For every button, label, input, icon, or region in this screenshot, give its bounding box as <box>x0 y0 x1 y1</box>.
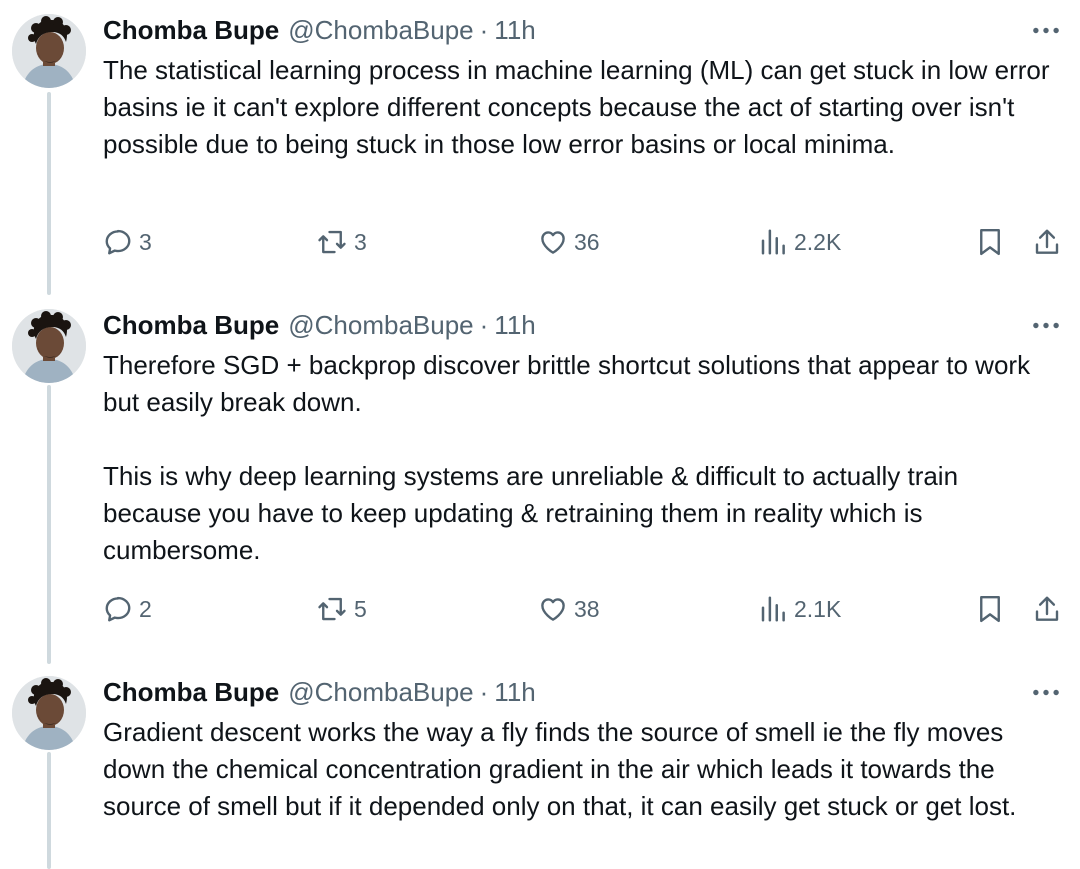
author-name[interactable]: Chomba Bupe <box>103 15 279 46</box>
avatar-image <box>12 14 86 88</box>
tweet-text: Therefore SGD + backprop discover brittl… <box>103 350 1031 565</box>
like-button[interactable]: 36 <box>538 224 600 260</box>
tweet-header: Chomba Bupe @ChombaBupe · 11h <box>103 676 536 708</box>
tweet-header: Chomba Bupe @ChombaBupe · 11h <box>103 14 536 46</box>
repost-button[interactable]: 5 <box>316 591 367 627</box>
views-button[interactable]: 2.2K <box>758 224 841 260</box>
views-button[interactable]: 2.1K <box>758 591 841 627</box>
share-button[interactable] <box>1032 591 1062 627</box>
reply-icon <box>103 594 133 624</box>
action-bar: 2 5 38 2.1K <box>103 591 1068 627</box>
repost-count: 3 <box>354 228 367 255</box>
bookmark-button[interactable] <box>975 224 1005 260</box>
reply-icon <box>103 227 133 257</box>
avatar[interactable] <box>12 676 86 750</box>
repost-icon <box>316 594 348 624</box>
tweet-header: Chomba Bupe @ChombaBupe · 11h <box>103 309 536 341</box>
reply-button[interactable]: 3 <box>103 224 152 260</box>
more-icon[interactable] <box>1030 16 1062 44</box>
tweet[interactable]: Chomba Bupe @ChombaBupe · 11h Gradient d… <box>0 662 1080 869</box>
timestamp[interactable]: 11h <box>494 310 535 341</box>
like-icon <box>538 227 568 257</box>
like-count: 38 <box>574 595 600 622</box>
separator: · <box>479 309 489 340</box>
avatar-image <box>12 676 86 750</box>
reply-button[interactable]: 2 <box>103 591 152 627</box>
view-count: 2.2K <box>794 228 842 255</box>
repost-icon <box>316 227 348 257</box>
timestamp[interactable]: 11h <box>494 15 535 46</box>
views-icon <box>758 594 788 624</box>
separator: · <box>479 14 489 45</box>
like-icon <box>538 594 568 624</box>
avatar-image <box>12 309 86 383</box>
action-bar: 3 3 36 2.2K <box>103 224 1068 260</box>
author-handle[interactable]: @ChombaBupe <box>288 15 473 46</box>
separator: · <box>479 676 489 707</box>
bookmark-icon <box>975 227 1005 257</box>
repost-button[interactable]: 3 <box>316 224 367 260</box>
reply-count: 2 <box>139 595 152 622</box>
tweet-text: Gradient descent works the way a fly fin… <box>103 717 1017 821</box>
tweet[interactable]: Chomba Bupe @ChombaBupe · 11h Therefore … <box>0 295 1080 661</box>
author-handle[interactable]: @ChombaBupe <box>288 310 473 341</box>
repost-count: 5 <box>354 595 367 622</box>
author-handle[interactable]: @ChombaBupe <box>288 677 473 708</box>
timestamp[interactable]: 11h <box>494 677 535 708</box>
author-name[interactable]: Chomba Bupe <box>103 677 279 708</box>
tweet[interactable]: Chomba Bupe @ChombaBupe · 11h The statis… <box>0 0 1080 295</box>
more-icon[interactable] <box>1030 311 1062 339</box>
view-count: 2.1K <box>794 595 842 622</box>
more-icon[interactable] <box>1030 678 1062 706</box>
avatar[interactable] <box>12 309 86 383</box>
share-button[interactable] <box>1032 224 1062 260</box>
like-button[interactable]: 38 <box>538 591 600 627</box>
tweet-text: The statistical learning process in mach… <box>103 55 1057 159</box>
share-icon <box>1032 227 1062 257</box>
author-name[interactable]: Chomba Bupe <box>103 310 279 341</box>
bookmark-icon <box>975 594 1005 624</box>
avatar[interactable] <box>12 14 86 88</box>
bookmark-button[interactable] <box>975 591 1005 627</box>
views-icon <box>758 227 788 257</box>
reply-count: 3 <box>139 228 152 255</box>
like-count: 36 <box>574 228 600 255</box>
share-icon <box>1032 594 1062 624</box>
